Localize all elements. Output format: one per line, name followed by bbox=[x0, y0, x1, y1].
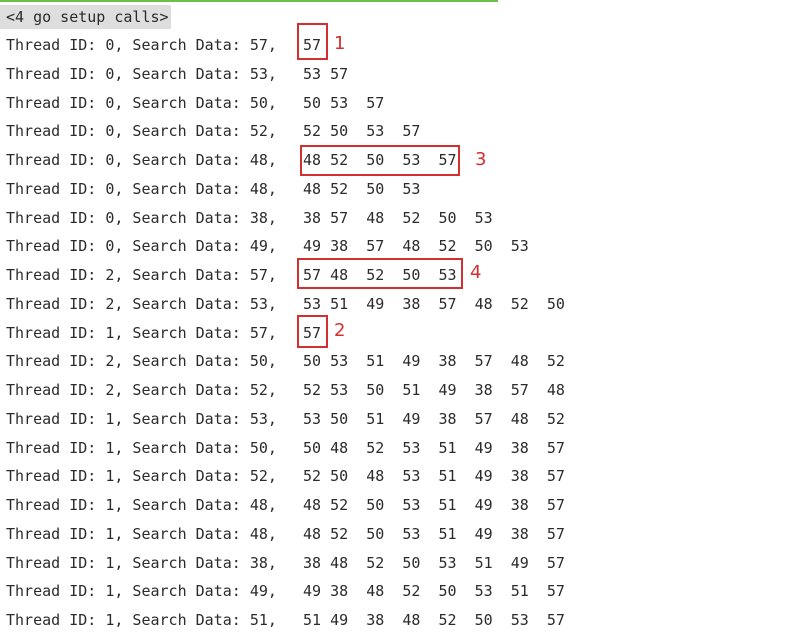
log-line-prefix: Thread ID: 1, Search Data: 52, bbox=[6, 467, 277, 486]
log-line: Thread ID: 0, Search Data: 57, 57 bbox=[0, 31, 803, 60]
log-line: Thread ID: 0, Search Data: 48, 48 52 50 5… bbox=[0, 175, 803, 204]
console-output[interactable]: <4 go setup calls> Thread ID: 0, Search … bbox=[0, 0, 803, 636]
log-line: Thread ID: 2, Search Data: 52, 52 53 50 5… bbox=[0, 376, 803, 405]
log-lines: Thread ID: 0, Search Data: 57, 57 Thread I… bbox=[0, 31, 803, 635]
log-line: Thread ID: 2, Search Data: 53, 53 51 49 3… bbox=[0, 290, 803, 319]
log-line-values: 52 50 53 57 bbox=[303, 122, 421, 141]
log-line-prefix: Thread ID: 1, Search Data: 50, bbox=[6, 438, 277, 457]
log-line-prefix: Thread ID: 1, Search Data: 38, bbox=[6, 553, 277, 572]
log-line-prefix: Thread ID: 2, Search Data: 50, bbox=[6, 352, 277, 371]
progress-bar bbox=[0, 0, 803, 2]
log-line: Thread ID: 1, Search Data: 49, 49 38 48 5… bbox=[0, 577, 803, 606]
annotation-box-4 bbox=[297, 258, 463, 289]
log-line-values: 51 49 38 48 52 50 53 57 bbox=[303, 611, 565, 629]
log-line-values: 49 38 48 52 50 53 51 57 bbox=[303, 582, 565, 601]
log-line: Thread ID: 1, Search Data: 57, 57 bbox=[0, 319, 803, 348]
log-line: Thread ID: 1, Search Data: 52, 52 50 48 5… bbox=[0, 462, 803, 491]
log-line: Thread ID: 0, Search Data: 38, 38 57 48 5… bbox=[0, 204, 803, 233]
log-line-values: 49 38 57 48 52 50 53 bbox=[303, 237, 529, 256]
log-line: Thread ID: 1, Search Data: 48, 48 52 50 5… bbox=[0, 491, 803, 520]
log-line-prefix: Thread ID: 0, Search Data: 50, bbox=[6, 93, 277, 112]
log-line-prefix: Thread ID: 1, Search Data: 53, bbox=[6, 409, 277, 428]
log-line-values: 50 48 52 53 51 49 38 57 bbox=[303, 438, 565, 457]
annotation-box-1 bbox=[297, 23, 328, 60]
log-line-prefix: Thread ID: 0, Search Data: 48, bbox=[6, 151, 277, 169]
log-line-values: 48 52 50 53 51 49 38 57 bbox=[303, 524, 565, 543]
log-line: Thread ID: 1, Search Data: 38, 38 48 52 5… bbox=[0, 549, 803, 578]
log-line: Thread ID: 1, Search Data: 50, 50 48 52 5… bbox=[0, 434, 803, 463]
log-line-values: 50 53 51 49 38 57 48 52 bbox=[303, 352, 565, 371]
log-line-prefix: Thread ID: 0, Search Data: 53, bbox=[6, 64, 277, 83]
log-line-values: 52 50 48 53 51 49 38 57 bbox=[303, 467, 565, 486]
log-line: Thread ID: 0, Search Data: 49, 49 38 57 4… bbox=[0, 232, 803, 261]
progress-fill bbox=[0, 0, 498, 2]
log-line-prefix: Thread ID: 2, Search Data: 57, bbox=[6, 266, 277, 284]
log-line: Thread ID: 0, Search Data: 53, 53 57 bbox=[0, 60, 803, 89]
log-line-values: 53 57 bbox=[303, 64, 349, 83]
log-line-values: 53 51 49 38 57 48 52 50 bbox=[303, 294, 565, 313]
log-line: Thread ID: 1, Search Data: 48, 48 52 50 5… bbox=[0, 520, 803, 549]
log-line: Thread ID: 0, Search Data: 52, 52 50 53 5… bbox=[0, 117, 803, 146]
annotation-label-4: 4 bbox=[470, 262, 482, 283]
console-header[interactable]: <4 go setup calls> bbox=[0, 5, 171, 29]
log-line-prefix: Thread ID: 1, Search Data: 57, bbox=[6, 323, 277, 342]
annotation-label-2: 2 bbox=[334, 320, 346, 341]
log-line-prefix: Thread ID: 1, Search Data: 48, bbox=[6, 524, 277, 543]
log-line-values: 52 53 50 51 49 38 57 48 bbox=[303, 381, 565, 399]
log-line-prefix: Thread ID: 2, Search Data: 53, bbox=[6, 294, 277, 313]
log-line-prefix: Thread ID: 1, Search Data: 48, bbox=[6, 496, 277, 514]
annotation-box-2 bbox=[297, 315, 328, 348]
annotation-label-3: 3 bbox=[475, 149, 487, 170]
log-line: Thread ID: 1, Search Data: 51, 51 49 38 4… bbox=[0, 606, 803, 635]
log-line-prefix: Thread ID: 0, Search Data: 48, bbox=[6, 179, 277, 198]
log-line-prefix: Thread ID: 0, Search Data: 38, bbox=[6, 208, 277, 227]
log-line-values: 53 50 51 49 38 57 48 52 bbox=[303, 409, 565, 428]
log-line-prefix: Thread ID: 1, Search Data: 49, bbox=[6, 582, 277, 601]
log-line-values: 48 52 50 53 51 49 38 57 bbox=[303, 496, 565, 514]
log-line-values: 50 53 57 bbox=[303, 93, 385, 112]
annotation-label-1: 1 bbox=[334, 33, 346, 54]
log-line-values: 38 57 48 52 50 53 bbox=[303, 208, 493, 227]
log-line-prefix: Thread ID: 2, Search Data: 52, bbox=[6, 381, 277, 399]
log-line: Thread ID: 2, Search Data: 50, 50 53 51 4… bbox=[0, 347, 803, 376]
log-line: Thread ID: 1, Search Data: 53, 53 50 51 4… bbox=[0, 405, 803, 434]
log-line-prefix: Thread ID: 1, Search Data: 51, bbox=[6, 611, 277, 629]
log-line-prefix: Thread ID: 0, Search Data: 52, bbox=[6, 122, 277, 141]
log-line-prefix: Thread ID: 0, Search Data: 49, bbox=[6, 237, 277, 256]
log-line-values: 38 48 52 50 53 51 49 57 bbox=[303, 553, 565, 572]
annotation-box-3 bbox=[300, 145, 460, 176]
log-line-prefix: Thread ID: 0, Search Data: 57, bbox=[6, 36, 277, 54]
log-line: Thread ID: 0, Search Data: 50, 50 53 57 bbox=[0, 89, 803, 118]
log-line-values: 48 52 50 53 bbox=[303, 179, 421, 198]
